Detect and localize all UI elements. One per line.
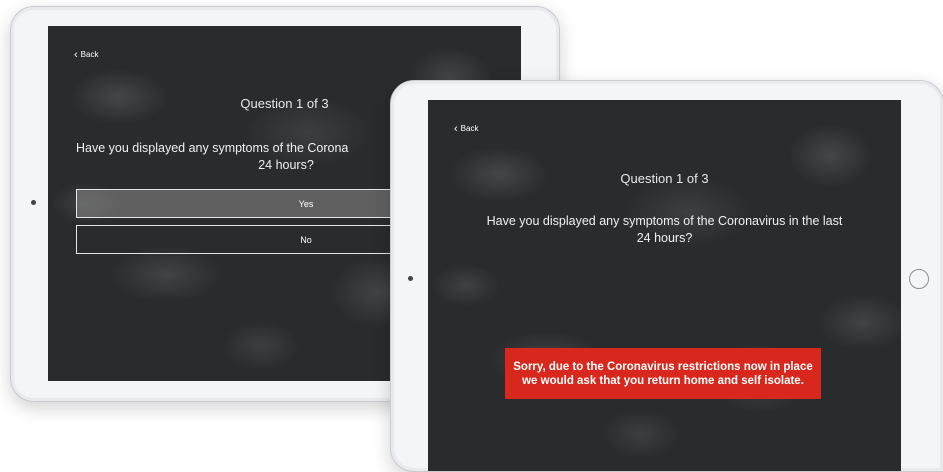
back-button[interactable]: ‹ Back [74, 48, 99, 61]
question-line-1: Have you displayed any symptoms of the C… [486, 214, 843, 228]
back-label: Back [80, 50, 99, 59]
tablet-front: ‹ Back Question 1 of 3 Have you displaye… [390, 80, 943, 472]
chevron-left-icon: ‹ [454, 122, 458, 135]
question-text: Have you displayed any symptoms of the C… [428, 213, 901, 247]
camera-dot [31, 200, 36, 205]
alert-line-2: we would ask that you return home and se… [522, 374, 804, 387]
question-line-2: 24 hours? [636, 231, 693, 245]
alert-line-1: Sorry, due to the Coronavirus restrictio… [513, 360, 813, 373]
camera-dot [408, 276, 413, 281]
restriction-alert: Sorry, due to the Coronavirus restrictio… [505, 348, 821, 399]
chevron-left-icon: ‹ [74, 48, 78, 61]
result-screen-front: ‹ Back Question 1 of 3 Have you displaye… [428, 100, 901, 471]
back-label: Back [460, 124, 479, 133]
question-counter: Question 1 of 3 [620, 171, 709, 186]
back-button[interactable]: ‹ Back [454, 122, 479, 135]
home-button-icon[interactable] [909, 269, 929, 289]
